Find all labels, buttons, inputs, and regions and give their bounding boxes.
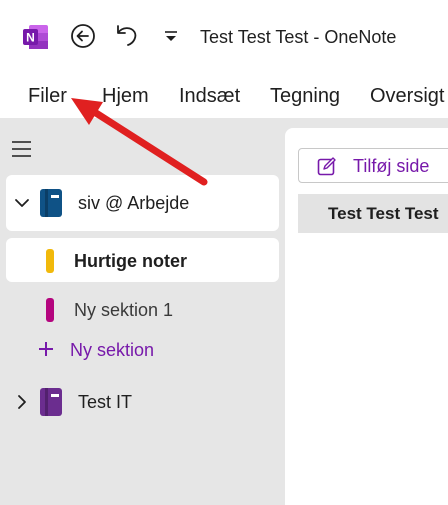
tab-filer[interactable]: Filer: [28, 85, 67, 108]
chevron-down-icon[interactable]: [14, 195, 30, 211]
page-list-pane: [285, 128, 448, 505]
tab-oversigt[interactable]: Oversigt: [370, 85, 444, 108]
document-title: Test Test Test - OneNote: [200, 27, 397, 47]
chevron-right-icon[interactable]: [14, 394, 30, 410]
notebook-item-test-it[interactable]: Test IT: [6, 378, 279, 426]
section-item-ny-sektion-1[interactable]: Ny sektion 1: [6, 288, 279, 332]
notebook-label: Test IT: [78, 392, 133, 412]
notebook-label: siv @ Arbejde: [78, 193, 190, 213]
page-item-test-test-test[interactable]: Test Test Test: [298, 194, 448, 233]
add-section-button[interactable]: Ny sektion: [0, 336, 279, 364]
notebook-item-siv-arbejde[interactable]: siv @ Arbejde: [6, 175, 279, 231]
section-color-tab: [46, 249, 54, 273]
tab-tegning[interactable]: Tegning: [270, 85, 340, 108]
section-item-hurtige-noter[interactable]: Hurtige noter: [6, 238, 279, 282]
add-page-label: Tilføj side: [353, 156, 430, 176]
tab-hjem[interactable]: Hjem: [102, 85, 149, 108]
section-label: Hurtige noter: [74, 251, 188, 271]
page-label: Test Test Test: [328, 204, 439, 223]
notebook-icon: [39, 188, 63, 218]
undo-icon[interactable]: [113, 21, 141, 49]
onenote-logo-icon: N: [23, 24, 49, 50]
plus-icon: [38, 341, 54, 357]
tab-indsaet[interactable]: Indsæt: [179, 85, 240, 108]
new-page-icon: [317, 156, 337, 176]
title-bar: N Test Test Test - OneNote: [0, 0, 448, 74]
back-icon[interactable]: [69, 22, 97, 50]
add-section-label: Ny sektion: [70, 340, 155, 360]
notebook-icon: [39, 387, 63, 417]
svg-text:N: N: [26, 31, 35, 45]
section-color-tab: [46, 298, 54, 322]
ribbon-tab-bar: Filer Hjem Indsæt Tegning Oversigt: [0, 74, 448, 118]
customize-quick-access-icon[interactable]: [161, 26, 181, 46]
hamburger-menu-icon[interactable]: [11, 139, 33, 159]
add-page-button[interactable]: Tilføj side: [298, 148, 448, 183]
section-label: Ny sektion 1: [74, 300, 174, 320]
